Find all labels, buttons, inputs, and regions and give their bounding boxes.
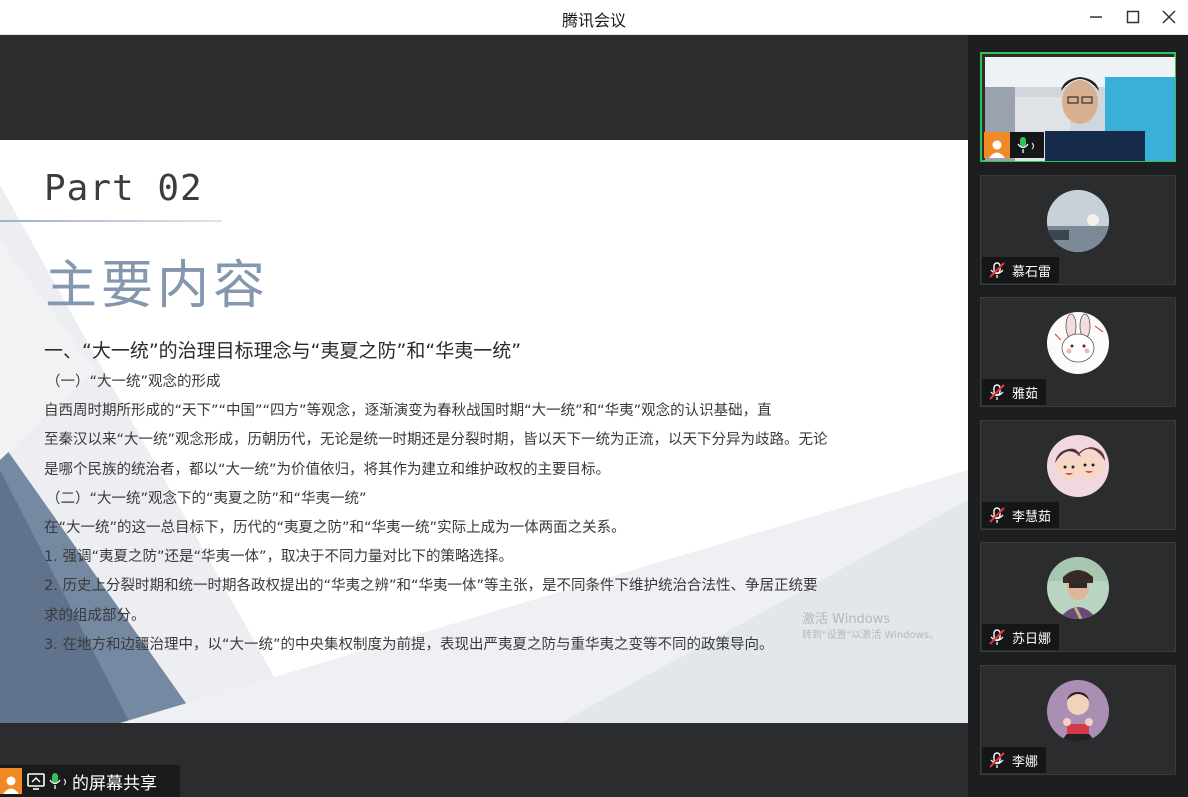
microphone-muted-icon (989, 262, 1005, 278)
microphone-icon (1017, 137, 1029, 153)
close-icon (1162, 10, 1176, 24)
body-line: 在“大一统”的这一总目标下，历代的“夷夏之防”和“华夷一统”实际上成为一体两面之… (44, 520, 626, 537)
participant-name: 苏日娜 (1012, 631, 1052, 647)
participant-tile[interactable]: 雅茹 (980, 297, 1176, 407)
user-avatar-icon (0, 768, 22, 794)
microphone-muted-icon (989, 507, 1005, 523)
minimize-button[interactable] (1077, 0, 1115, 34)
body-line: 是哪个民族的统治者，都以“大一统”为价值依归，将其作为建立和维护政权的主要目标。 (44, 461, 611, 478)
participant-tile[interactable]: 苏日娜 (980, 542, 1176, 652)
avatar (1047, 312, 1109, 374)
maximize-icon (1126, 10, 1140, 24)
participant-tile[interactable]: 李慧茹 (980, 420, 1176, 530)
screen-share-indicator[interactable]: 的屏幕共享 (0, 765, 180, 797)
close-button[interactable] (1150, 0, 1188, 34)
part-label: Part 02 (44, 168, 203, 209)
user-avatar-icon (984, 132, 1010, 158)
minimize-icon (1090, 16, 1102, 18)
title-divider (0, 220, 222, 222)
participant-name: 李娜 (1012, 754, 1039, 770)
participant-tile[interactable]: 慕石雷 (980, 175, 1176, 285)
microphone-icon (49, 773, 61, 789)
avatar (1047, 190, 1109, 252)
participants-panel[interactable]: 慕石雷 雅茹 李慧茹 苏日娜 李娜 (968, 35, 1188, 797)
participant-tile[interactable]: 李娜 (980, 665, 1176, 775)
avatar (1047, 435, 1109, 497)
microphone-muted-icon (989, 629, 1005, 645)
participant-name: 李慧茹 (1012, 509, 1052, 525)
signal-icon (1031, 142, 1034, 150)
avatar (1047, 680, 1109, 742)
presentation-slide: Part 02 主要内容 一、“大一统”的治理目标理念与“夷夏之防”和“华夷一统… (0, 140, 968, 723)
body-line: 1. 强调“夷夏之防”还是“华夷一体”，取决于不同力量对比下的策略选择。 (44, 549, 513, 566)
participant-name: 雅茹 (1012, 386, 1039, 402)
body-line: （二）“大一统”观念下的“夷夏之防”和“华夷一统” (46, 490, 367, 507)
body-line: 2. 历史上分裂时期和统一时期各政权提出的“华夷之辨”和“华夷一体”等主张，是不… (44, 578, 818, 595)
body-line: 至秦汉以来“大一统”观念形成，历朝历代，无论是统一时期还是分裂时期，皆以天下一统… (44, 432, 828, 449)
screen-share-icon (27, 773, 45, 790)
app-title: 腾讯会议 (561, 11, 626, 30)
slide-title: 主要内容 (45, 256, 270, 316)
body-line: （一）“大一统”观念的形成 (46, 374, 221, 390)
participant-status (984, 132, 1044, 158)
screen-share-label: 的屏幕共享 (72, 773, 157, 794)
avatar (1047, 557, 1109, 619)
participant-video-tile[interactable] (980, 52, 1176, 162)
windows-activation-watermark: 激活 Windows 转到"设置"以激活 Windows。 (802, 608, 939, 641)
watermark-line2: 转到"设置"以激活 Windows。 (802, 630, 940, 641)
signal-icon (63, 778, 66, 786)
body-line: 自西周时期所形成的“天下”“中国”“四方”等观念，逐渐演变为春秋战国时期“大一统… (44, 403, 772, 420)
maximize-button[interactable] (1114, 0, 1152, 34)
microphone-muted-icon (989, 384, 1005, 400)
microphone-muted-icon (989, 752, 1005, 768)
watermark-line1: 激活 Windows (802, 612, 891, 627)
section-heading: 一、“大一统”的治理目标理念与“夷夏之防”和“华夷一统” (44, 340, 522, 362)
window-titlebar: 腾讯会议 (0, 0, 1188, 35)
shared-screen[interactable]: Part 02 主要内容 一、“大一统”的治理目标理念与“夷夏之防”和“华夷一统… (0, 35, 968, 797)
participant-name: 慕石雷 (1012, 264, 1052, 280)
